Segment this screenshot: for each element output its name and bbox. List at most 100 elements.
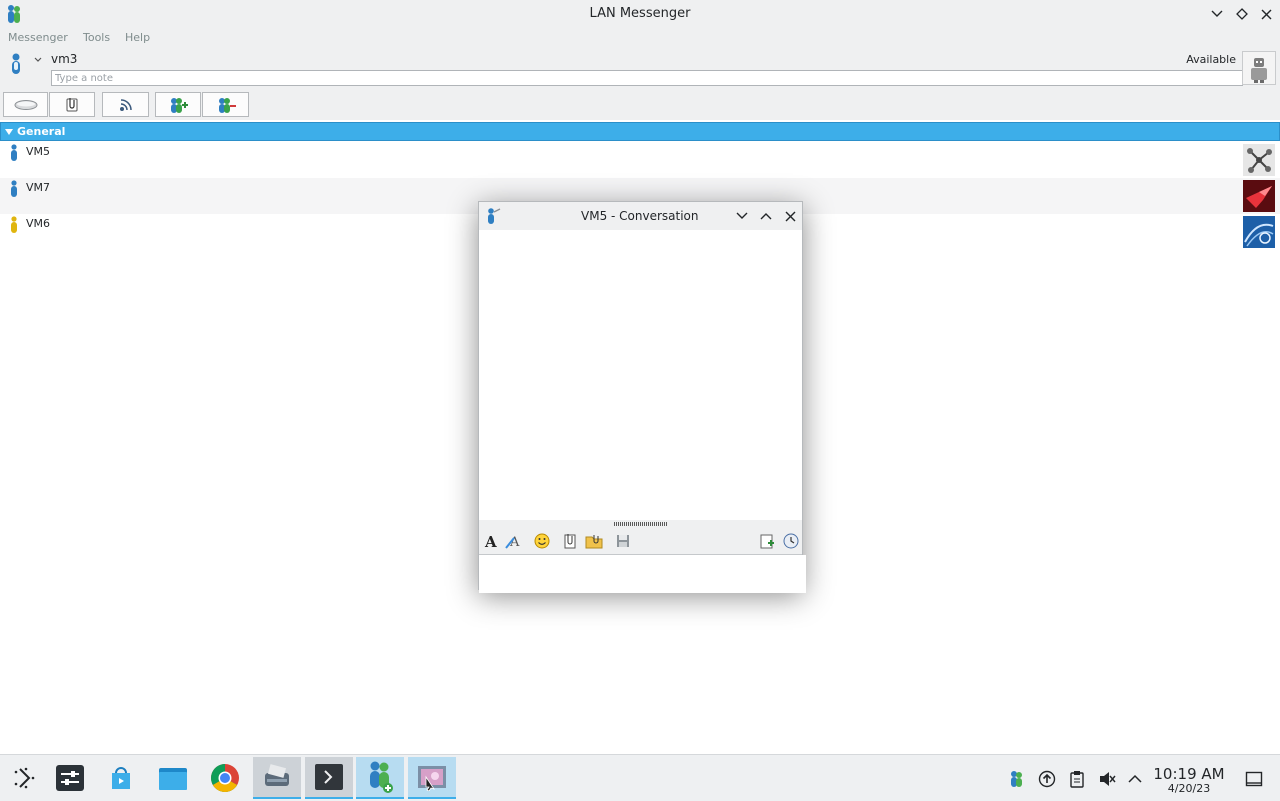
tray-volume[interactable]	[1097, 769, 1117, 789]
close-button[interactable]	[1258, 6, 1274, 22]
add-contact-button[interactable]	[155, 92, 201, 117]
message-history-area[interactable]	[479, 230, 802, 520]
image-viewer-task[interactable]	[408, 757, 456, 799]
terminal-task[interactable]	[305, 757, 353, 799]
grip-icon	[614, 522, 668, 526]
lan-messenger-task[interactable]	[356, 757, 404, 799]
save-icon	[617, 535, 629, 547]
add-contact-icon	[171, 97, 188, 113]
clock-time[interactable]: 10:19 AM	[1150, 765, 1228, 783]
emoticon-icon	[534, 533, 550, 549]
chevron-up-icon	[1128, 774, 1142, 783]
file-manager-task[interactable]	[149, 757, 197, 799]
contact-avatar-vm5	[1243, 144, 1275, 176]
font-button[interactable]: A	[482, 532, 500, 550]
tray-expand[interactable]	[1125, 769, 1145, 789]
image-viewer-icon	[418, 766, 446, 791]
volume-muted-icon	[1100, 772, 1116, 786]
svg-text:A: A	[484, 533, 497, 549]
close-icon	[1261, 9, 1271, 19]
status-person-icon[interactable]	[9, 53, 23, 75]
robot-avatar-icon	[1243, 52, 1275, 84]
send-file-button[interactable]	[561, 532, 579, 550]
chevron-up-icon	[760, 213, 772, 220]
user-bar: vm3 Available	[0, 48, 1280, 90]
group-header-general[interactable]: General	[0, 122, 1280, 141]
status-label[interactable]: Available	[1186, 53, 1236, 66]
send-folder-button[interactable]	[585, 532, 603, 550]
system-settings-icon	[56, 765, 84, 791]
conversation-title: VM5 - Conversation	[581, 209, 699, 223]
contact-row-vm5[interactable]: VM5	[0, 142, 1280, 178]
application-launcher-button[interactable]	[0, 757, 48, 799]
remove-contact-button[interactable]	[202, 92, 249, 117]
contact-avatar-vm7	[1243, 180, 1275, 212]
remove-contact-icon	[218, 97, 236, 113]
system-settings-task[interactable]	[46, 757, 94, 799]
add-participant-button[interactable]	[758, 532, 776, 550]
menubar: Messenger Tools Help	[0, 28, 1280, 48]
lan-messenger-icon	[370, 761, 393, 793]
chat-icon	[14, 99, 37, 110]
minimize-button[interactable]	[1209, 6, 1225, 22]
maximize-button[interactable]	[1234, 6, 1250, 22]
conversation-maximize-button[interactable]	[758, 208, 774, 224]
conversation-minimize-button[interactable]	[734, 208, 750, 224]
broadcast-button[interactable]	[102, 92, 149, 117]
main-toolbar	[0, 90, 1280, 120]
window-title: LAN Messenger	[589, 6, 691, 21]
application-launcher-icon	[14, 767, 35, 789]
note-input[interactable]	[51, 70, 1243, 86]
font-color-button[interactable]: A	[505, 532, 523, 550]
file-transfer-button[interactable]	[49, 92, 95, 117]
tray-lan-messenger[interactable]	[1006, 769, 1026, 789]
chrome-icon	[211, 764, 239, 792]
send-file-icon	[564, 534, 576, 549]
file-transfer-icon	[66, 97, 78, 111]
font-color-icon: A	[505, 535, 520, 549]
chrome-task[interactable]	[201, 757, 249, 799]
folder-icon	[159, 768, 187, 790]
conversation-close-button[interactable]	[782, 208, 798, 224]
group-name: General	[17, 125, 66, 138]
app-store-task[interactable]	[97, 757, 145, 799]
scanner-icon	[265, 764, 289, 786]
history-icon	[783, 533, 799, 549]
history-button[interactable]	[782, 532, 800, 550]
away-status-icon	[11, 216, 17, 233]
show-desktop-icon	[1245, 771, 1263, 787]
chevron-down-icon	[736, 212, 748, 219]
save-button[interactable]	[614, 532, 632, 550]
app-store-icon	[112, 767, 130, 789]
taskbar: 10:19 AM 4/20/23	[0, 754, 1280, 801]
conversation-titlebar: VM5 - Conversation	[479, 202, 802, 230]
terminal-icon	[315, 764, 343, 790]
contact-name: VM7	[26, 181, 51, 194]
emoticon-button[interactable]	[533, 532, 551, 550]
contact-name: VM5	[26, 145, 51, 158]
message-input[interactable]	[479, 555, 806, 593]
splitter-handle[interactable]	[479, 520, 802, 528]
tray-updates[interactable]	[1037, 769, 1057, 789]
menu-help[interactable]: Help	[125, 31, 150, 44]
tray-clipboard[interactable]	[1067, 769, 1087, 789]
online-status-icon	[11, 180, 17, 197]
main-window-titlebar: LAN Messenger	[0, 0, 1280, 28]
status-dropdown-chevron-icon[interactable]	[34, 57, 42, 63]
conversation-app-icon	[488, 208, 501, 224]
chat-button[interactable]	[3, 92, 48, 117]
show-desktop-button[interactable]	[1244, 769, 1264, 789]
diamond-icon	[1236, 8, 1248, 20]
contact-name: VM6	[26, 217, 51, 230]
font-icon: A	[484, 533, 497, 549]
chevron-down-icon	[1211, 10, 1223, 17]
clock-date[interactable]: 4/20/23	[1150, 782, 1228, 795]
user-name: vm3	[51, 52, 78, 66]
user-avatar[interactable]	[1242, 51, 1276, 85]
lan-messenger-tray-icon	[1011, 771, 1022, 787]
scanner-task[interactable]	[253, 757, 301, 799]
menu-messenger[interactable]: Messenger	[8, 31, 68, 44]
update-icon	[1038, 770, 1056, 788]
menu-tools[interactable]: Tools	[83, 31, 110, 44]
expand-triangle-icon[interactable]	[5, 129, 13, 135]
